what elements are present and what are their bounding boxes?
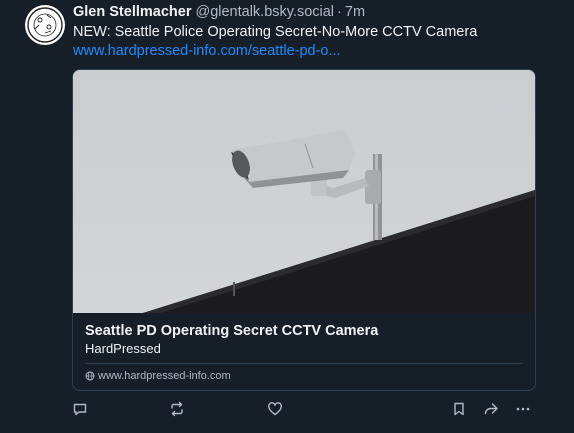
post-text: NEW: Seattle Police Operating Secret-No-… [73,24,478,40]
reply-button[interactable] [71,400,89,418]
like-icon [268,402,282,416]
more-icon [516,407,530,411]
card-divider [85,363,523,364]
post-link[interactable]: www.hardpressed-info.com/seattle-pd-o... [73,42,341,61]
avatar[interactable] [25,5,65,45]
card-description: HardPressed [85,341,161,356]
bookmark-button[interactable] [450,400,468,418]
repost-icon [171,401,183,417]
like-button[interactable] [266,400,284,418]
link-card[interactable]: Seattle PD Operating Secret CCTV Camera … [72,69,536,391]
globe-icon [85,371,95,381]
post-timestamp[interactable]: 7m [345,4,365,20]
card-title[interactable]: Seattle PD Operating Secret CCTV Camera [85,322,378,340]
share-button[interactable] [482,400,500,418]
repost-button[interactable] [168,400,186,418]
post-header: Glen Stellmacher @glentalk.bsky.social · 7m [73,3,365,21]
avatar-drawing [27,7,63,43]
post: Glen Stellmacher @glentalk.bsky.social · 7m… [0,0,574,433]
more-options-button[interactable] [514,400,532,418]
card-domain: www.hardpressed-info.com [85,369,231,383]
author-handle[interactable]: @glentalk.bsky.social [195,4,334,20]
cctv-camera-photo [73,70,535,313]
author-name[interactable]: Glen Stellmacher [73,4,191,20]
separator-dot: · [337,4,342,20]
reply-icon [73,403,87,416]
bookmark-icon [454,402,464,416]
share-icon [484,403,498,415]
card-domain-text[interactable]: www.hardpressed-info.com [98,370,231,382]
card-image [73,70,535,313]
